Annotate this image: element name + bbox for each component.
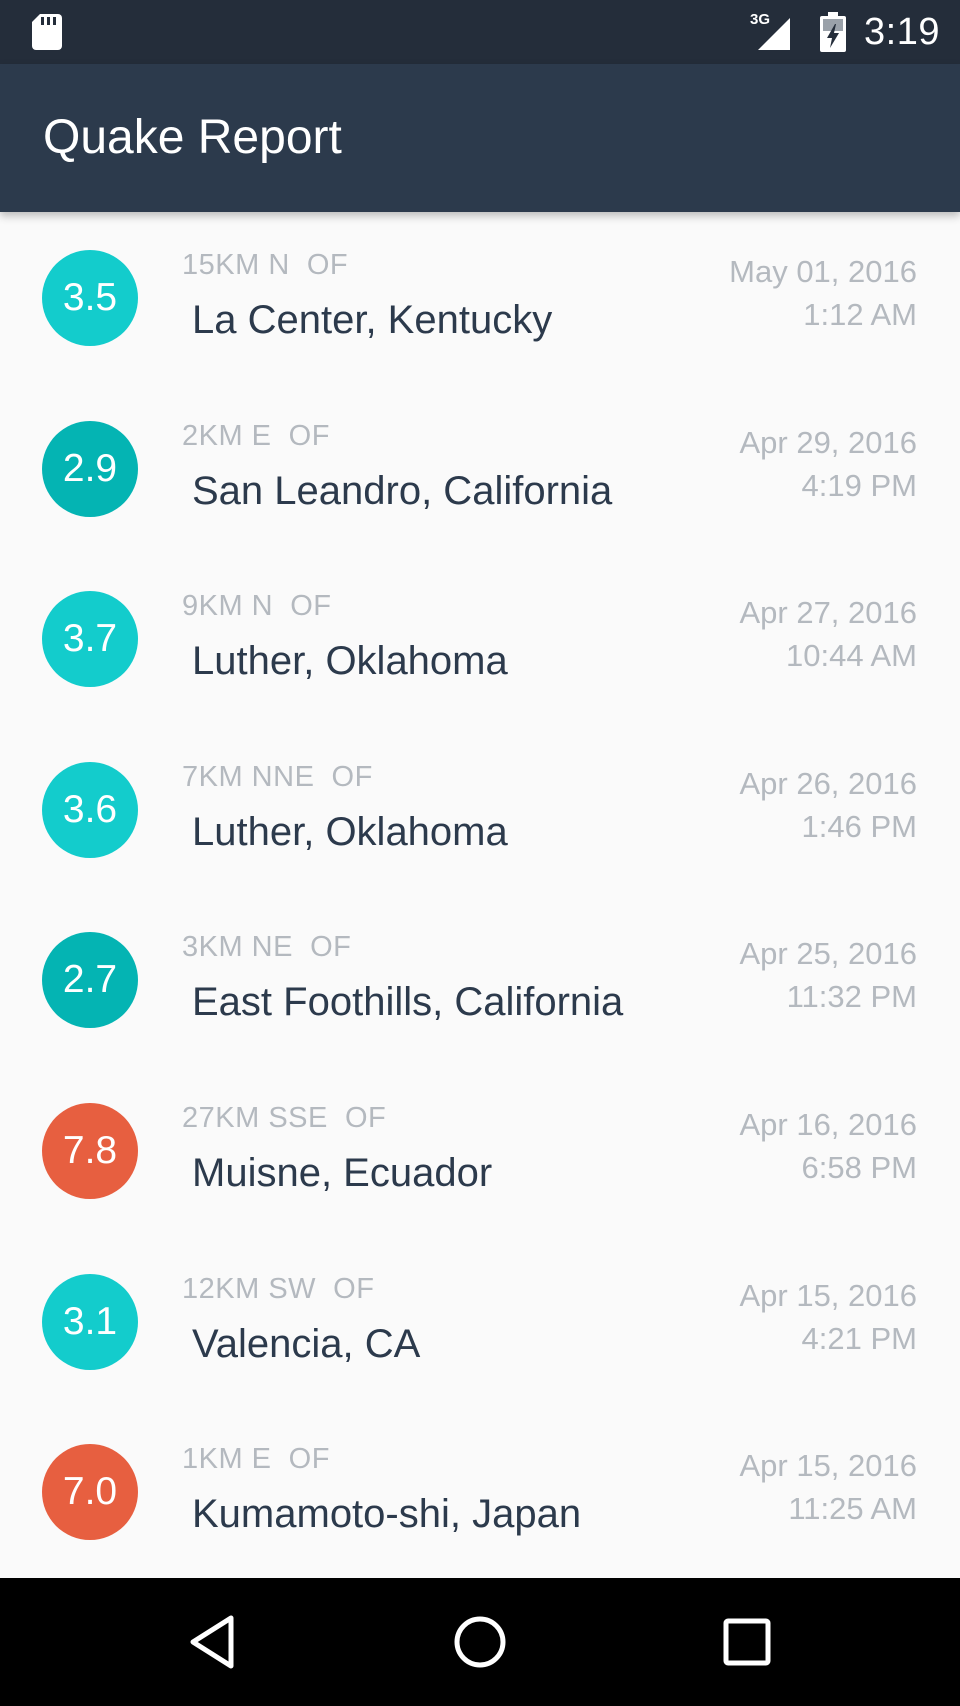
magnitude-circle: 3.1	[42, 1273, 138, 1370]
home-icon[interactable]	[450, 1612, 510, 1672]
location-offset: 7KM NNE OF	[182, 760, 373, 793]
magnitude-circle: 7.0	[42, 1444, 138, 1541]
primary-location: La Center, Kentucky	[192, 298, 553, 342]
time: 10:44 AM	[786, 638, 917, 674]
signal-icon: 3G	[750, 12, 798, 52]
earthquake-list[interactable]: 3.5 15KM N OF La Center, Kentucky May 01…	[0, 212, 960, 1578]
location-offset: 12KM SW OF	[182, 1272, 375, 1305]
primary-location: Kumamoto-shi, Japan	[192, 1492, 582, 1537]
time: 6:58 PM	[801, 1149, 917, 1185]
location-offset: 3KM NE OF	[182, 931, 352, 964]
primary-location: Luther, Oklahoma	[192, 809, 508, 854]
navigation-bar	[0, 1578, 960, 1706]
location-offset: 27KM SSE OF	[182, 1101, 387, 1134]
list-item[interactable]: 2.7 3KM NE OF East Foothills, California…	[0, 894, 960, 1065]
magnitude-circle: 2.7	[42, 932, 138, 1029]
status-bar: 3G 3:19	[0, 0, 960, 64]
time: 11:25 AM	[788, 1491, 917, 1527]
date: Apr 25, 2016	[739, 936, 917, 972]
location-offset: 1KM E OF	[182, 1443, 330, 1476]
date: Apr 29, 2016	[739, 424, 917, 460]
list-item[interactable]: 2.9 2KM E OF San Leandro, California Apr…	[0, 383, 960, 554]
date: Apr 16, 2016	[739, 1106, 917, 1142]
date: Apr 15, 2016	[739, 1448, 917, 1484]
list-item[interactable]: 3.5 15KM N OF La Center, Kentucky May 01…	[0, 212, 960, 383]
date: May 01, 2016	[729, 254, 917, 289]
magnitude-circle: 3.5	[42, 250, 138, 346]
primary-location: San Leandro, California	[192, 468, 613, 513]
magnitude-circle: 2.9	[42, 420, 138, 517]
location-offset: 9KM N OF	[182, 590, 332, 623]
primary-location: Valencia, CA	[192, 1321, 421, 1366]
time: 4:21 PM	[801, 1320, 917, 1356]
time: 1:12 AM	[803, 297, 917, 332]
date: Apr 26, 2016	[739, 765, 917, 801]
app-title: Quake Report	[43, 111, 342, 164]
app-bar: Quake Report	[0, 64, 960, 212]
date: Apr 15, 2016	[739, 1277, 917, 1313]
location-offset: 2KM E OF	[182, 419, 330, 452]
primary-location: Luther, Oklahoma	[192, 639, 508, 684]
magnitude-circle: 3.7	[42, 591, 138, 688]
primary-location: Muisne, Ecuador	[192, 1150, 493, 1195]
list-item[interactable]: 3.6 7KM NNE OF Luther, Oklahoma Apr 26, …	[0, 724, 960, 895]
date: Apr 27, 2016	[739, 595, 917, 631]
list-item[interactable]: 7.0 1KM E OF Kumamoto-shi, Japan Apr 15,…	[0, 1406, 960, 1577]
screen: 3G 3:19 Quake Report 3.5 15KM N OF La Ce…	[0, 0, 960, 1706]
magnitude-circle: 7.8	[42, 1102, 138, 1199]
battery-charging-icon	[820, 12, 846, 52]
sd-card-icon	[32, 14, 62, 50]
time: 11:32 PM	[786, 979, 917, 1015]
recents-icon[interactable]	[717, 1612, 777, 1672]
back-icon[interactable]	[185, 1612, 245, 1672]
primary-location: East Foothills, California	[192, 980, 624, 1025]
list-item[interactable]: 7.8 27KM SSE OF Muisne, Ecuador Apr 16, …	[0, 1065, 960, 1236]
list-item[interactable]: 3.1 12KM SW OF Valencia, CA Apr 15, 2016…	[0, 1236, 960, 1407]
status-clock: 3:19	[864, 11, 940, 53]
time: 4:19 PM	[801, 467, 917, 503]
time: 1:46 PM	[801, 808, 917, 844]
list-item[interactable]: 3.7 9KM N OF Luther, Oklahoma Apr 27, 20…	[0, 553, 960, 724]
magnitude-circle: 3.6	[42, 761, 138, 858]
location-offset: 15KM N OF	[182, 249, 349, 281]
